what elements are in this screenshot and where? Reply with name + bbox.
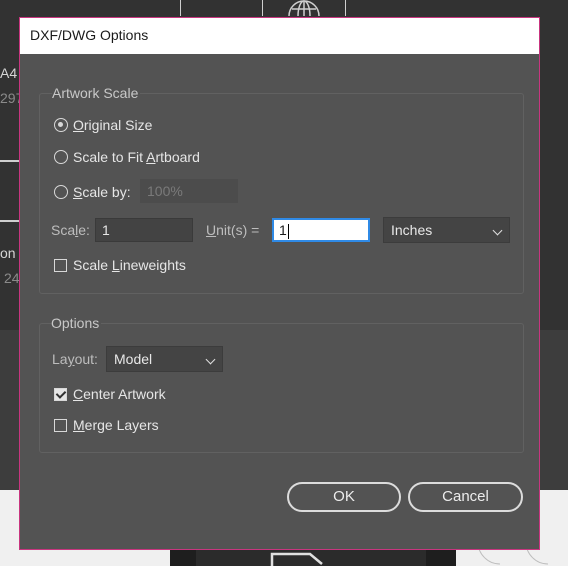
scale-to-fit-text-end: rtboard — [155, 149, 200, 165]
artwork-scale-label: Artwork Scale — [52, 85, 141, 101]
units-value: 1 — [279, 222, 287, 238]
background-text: A4 — [0, 65, 18, 81]
scale-lineweights-checkbox[interactable] — [54, 259, 67, 272]
merge-layers-mnemonic: M — [73, 417, 85, 433]
dialog-title: DXF/DWG Options — [30, 27, 149, 43]
scale-to-fit-radio[interactable] — [54, 150, 68, 164]
scale-input[interactable]: 1 — [95, 218, 193, 242]
unit-select-value: Inches — [391, 222, 433, 238]
background-text: on — [0, 245, 16, 261]
globe-icon — [288, 0, 320, 17]
scale-label: Scale: — [51, 222, 90, 238]
scale-by-radio[interactable] — [54, 185, 68, 199]
scale-by-text: cale by: — [82, 184, 131, 200]
scale-by-input[interactable]: 100% — [140, 179, 238, 203]
center-artwork-checkbox[interactable] — [54, 388, 67, 401]
original-size-radio[interactable] — [54, 118, 68, 132]
scale-to-fit-label[interactable]: Scale to Fit Artboard — [73, 149, 200, 165]
scale-lineweights-text-end: ineweights — [119, 257, 186, 273]
chevron-down-icon — [205, 354, 216, 365]
cancel-button[interactable]: Cancel — [408, 482, 523, 512]
ok-button[interactable]: OK — [287, 482, 401, 512]
scale-text-end: e: — [78, 222, 90, 238]
text-caret — [287, 223, 289, 239]
dxf-dwg-options-dialog: DXF/DWG Options Artwork Scale Original S… — [19, 17, 540, 550]
background-document-tile — [100, 0, 181, 16]
merge-layers-checkbox[interactable] — [54, 419, 67, 432]
layout-select-value: Model — [114, 351, 153, 367]
dialog-titlebar[interactable]: DXF/DWG Options — [20, 18, 539, 54]
original-size-text: riginal Size — [83, 117, 153, 133]
scale-to-fit-text: Scale to Fit — [73, 149, 147, 165]
scale-lineweights-text: Scale — [73, 257, 112, 273]
original-size-label[interactable]: Original Size — [73, 117, 152, 133]
units-label: Unit(s) = — [206, 222, 259, 238]
scale-text: Sca — [51, 222, 76, 238]
scale-by-mnemonic: S — [73, 184, 83, 200]
units-mnemonic: U — [206, 222, 217, 238]
options-label: Options — [51, 315, 102, 331]
layout-label: Layout: — [52, 351, 98, 367]
units-input[interactable]: 1 — [272, 218, 370, 242]
original-size-mnemonic: O — [73, 117, 84, 133]
scale-to-fit-mnemonic: A — [146, 149, 156, 165]
background-text: 24 — [4, 270, 20, 286]
chevron-down-icon — [492, 225, 503, 236]
layout-select[interactable]: Model — [106, 346, 223, 372]
units-text: nit(s) = — [216, 222, 260, 238]
layout-text: La — [52, 351, 68, 367]
scale-by-label[interactable]: Scale by: — [73, 184, 131, 200]
layout-text-end: out: — [74, 351, 98, 367]
background-divider — [0, 220, 19, 222]
center-artwork-text: enter Artwork — [83, 386, 166, 402]
scale-lineweights-mnemonic: L — [111, 257, 120, 273]
merge-layers-text: erge Layers — [84, 417, 159, 433]
scale-lineweights-label[interactable]: Scale Lineweights — [73, 257, 186, 273]
center-artwork-mnemonic: C — [73, 386, 84, 402]
background-divider — [0, 160, 19, 162]
center-artwork-label[interactable]: Center Artwork — [73, 386, 166, 402]
unit-select[interactable]: Inches — [383, 217, 510, 243]
document-icon — [270, 552, 323, 566]
merge-layers-label[interactable]: Merge Layers — [73, 417, 159, 433]
layout-mnemonic: y — [67, 351, 75, 367]
